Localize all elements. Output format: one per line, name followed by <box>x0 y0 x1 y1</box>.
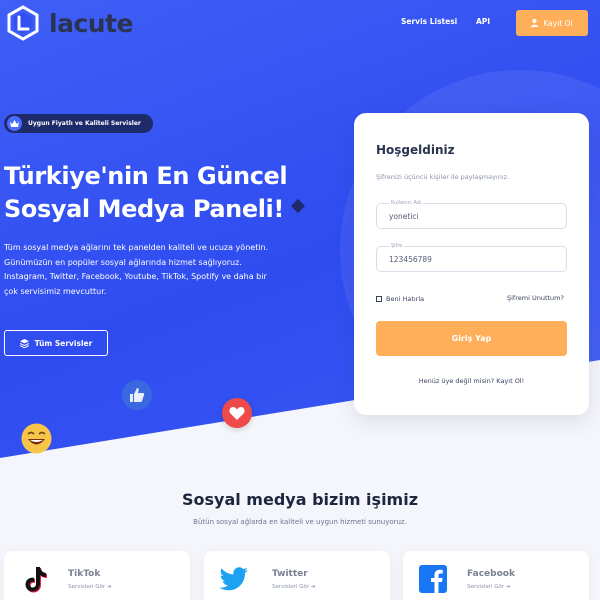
twitter-icon <box>219 567 248 591</box>
thumbs-up-icon <box>122 380 152 410</box>
remember-checkbox[interactable] <box>376 296 382 302</box>
facebook-icon <box>419 565 447 593</box>
headline-line-1: Türkiye'nin En Güncel <box>4 162 288 190</box>
arrow-right-icon: ➔ <box>310 584 316 590</box>
hexagon-logo-icon <box>7 5 39 41</box>
heart-icon <box>222 398 252 428</box>
service-name: TikTok <box>68 569 101 579</box>
arrow-right-icon: ➔ <box>106 584 112 590</box>
nav-link-service-list[interactable]: Servis Listesi <box>401 17 457 26</box>
arrow-right-icon: ➔ <box>505 584 511 590</box>
service-name: Twitter <box>272 569 308 579</box>
register-button[interactable]: Kayıt Ol <box>516 10 588 36</box>
login-button[interactable]: Giriş Yap <box>376 321 567 356</box>
service-card-tiktok[interactable]: TikTok Servisleri Gör ➔ <box>4 551 190 600</box>
password-value: 123456789 <box>389 255 432 264</box>
section-title: Sosyal medya bizim işimiz <box>181 490 419 509</box>
username-value: yonetici <box>389 212 419 221</box>
brand-name: lacute <box>49 8 133 38</box>
remember-me[interactable]: Beni Hatırla <box>376 295 424 303</box>
badge-text: Uygun Fiyatlı ve Kaliteli Servisler <box>28 120 141 127</box>
laughing-emoji-icon <box>21 423 52 454</box>
username-field[interactable]: Kullanıcı Adı yonetici <box>376 200 567 229</box>
login-subtitle: Şifrenizi üçüncü kişiler ile paylaşmayın… <box>376 173 510 181</box>
service-link[interactable]: Servisleri Gör ➔ <box>467 584 510 590</box>
service-link[interactable]: Servisleri Gör ➔ <box>272 584 315 590</box>
username-label: Kullanıcı Adı <box>389 200 424 206</box>
service-link[interactable]: Servisleri Gör ➔ <box>68 584 111 590</box>
tiktok-icon <box>25 567 47 593</box>
features-badge: Uygun Fiyatlı ve Kaliteli Servisler <box>4 114 153 133</box>
login-card: Hoşgeldiniz Şifrenizi üçüncü kişiler ile… <box>354 113 589 415</box>
login-title: Hoşgeldiniz <box>376 143 455 157</box>
service-card-facebook[interactable]: Facebook Servisleri Gör ➔ <box>403 551 589 600</box>
user-icon <box>531 19 539 27</box>
all-services-label: Tüm Servisler <box>34 338 93 348</box>
register-label: Kayıt Ol <box>543 18 573 28</box>
signup-link[interactable]: Henüz üye değil misin? Kayıt Ol! <box>354 377 589 385</box>
service-name: Facebook <box>467 569 515 579</box>
layers-icon <box>19 338 29 348</box>
forgot-password-link[interactable]: Şifremi Unuttum? <box>507 294 564 302</box>
password-field[interactable]: Şifre 123456789 <box>376 243 567 272</box>
all-services-button[interactable]: Tüm Servisler <box>4 330 108 356</box>
crown-icon <box>7 116 22 131</box>
brand-logo[interactable]: lacute <box>5 5 133 41</box>
password-label: Şifre <box>389 243 405 249</box>
hero-headline: Türkiye'nin En Güncel Sosyal Medya Panel… <box>4 160 288 226</box>
hero-description: Tüm sosyal medya ağlarını tek panelden k… <box>4 243 269 296</box>
section-subtitle: Bütün sosyal ağlarda en kaliteli ve uygu… <box>193 518 407 526</box>
nav-link-api[interactable]: API <box>476 17 490 26</box>
remember-label: Beni Hatırla <box>386 295 425 303</box>
headline-line-2: Sosyal Medya Paneli! <box>4 195 284 223</box>
service-card-twitter[interactable]: Twitter Servisleri Gör ➔ <box>204 551 390 600</box>
